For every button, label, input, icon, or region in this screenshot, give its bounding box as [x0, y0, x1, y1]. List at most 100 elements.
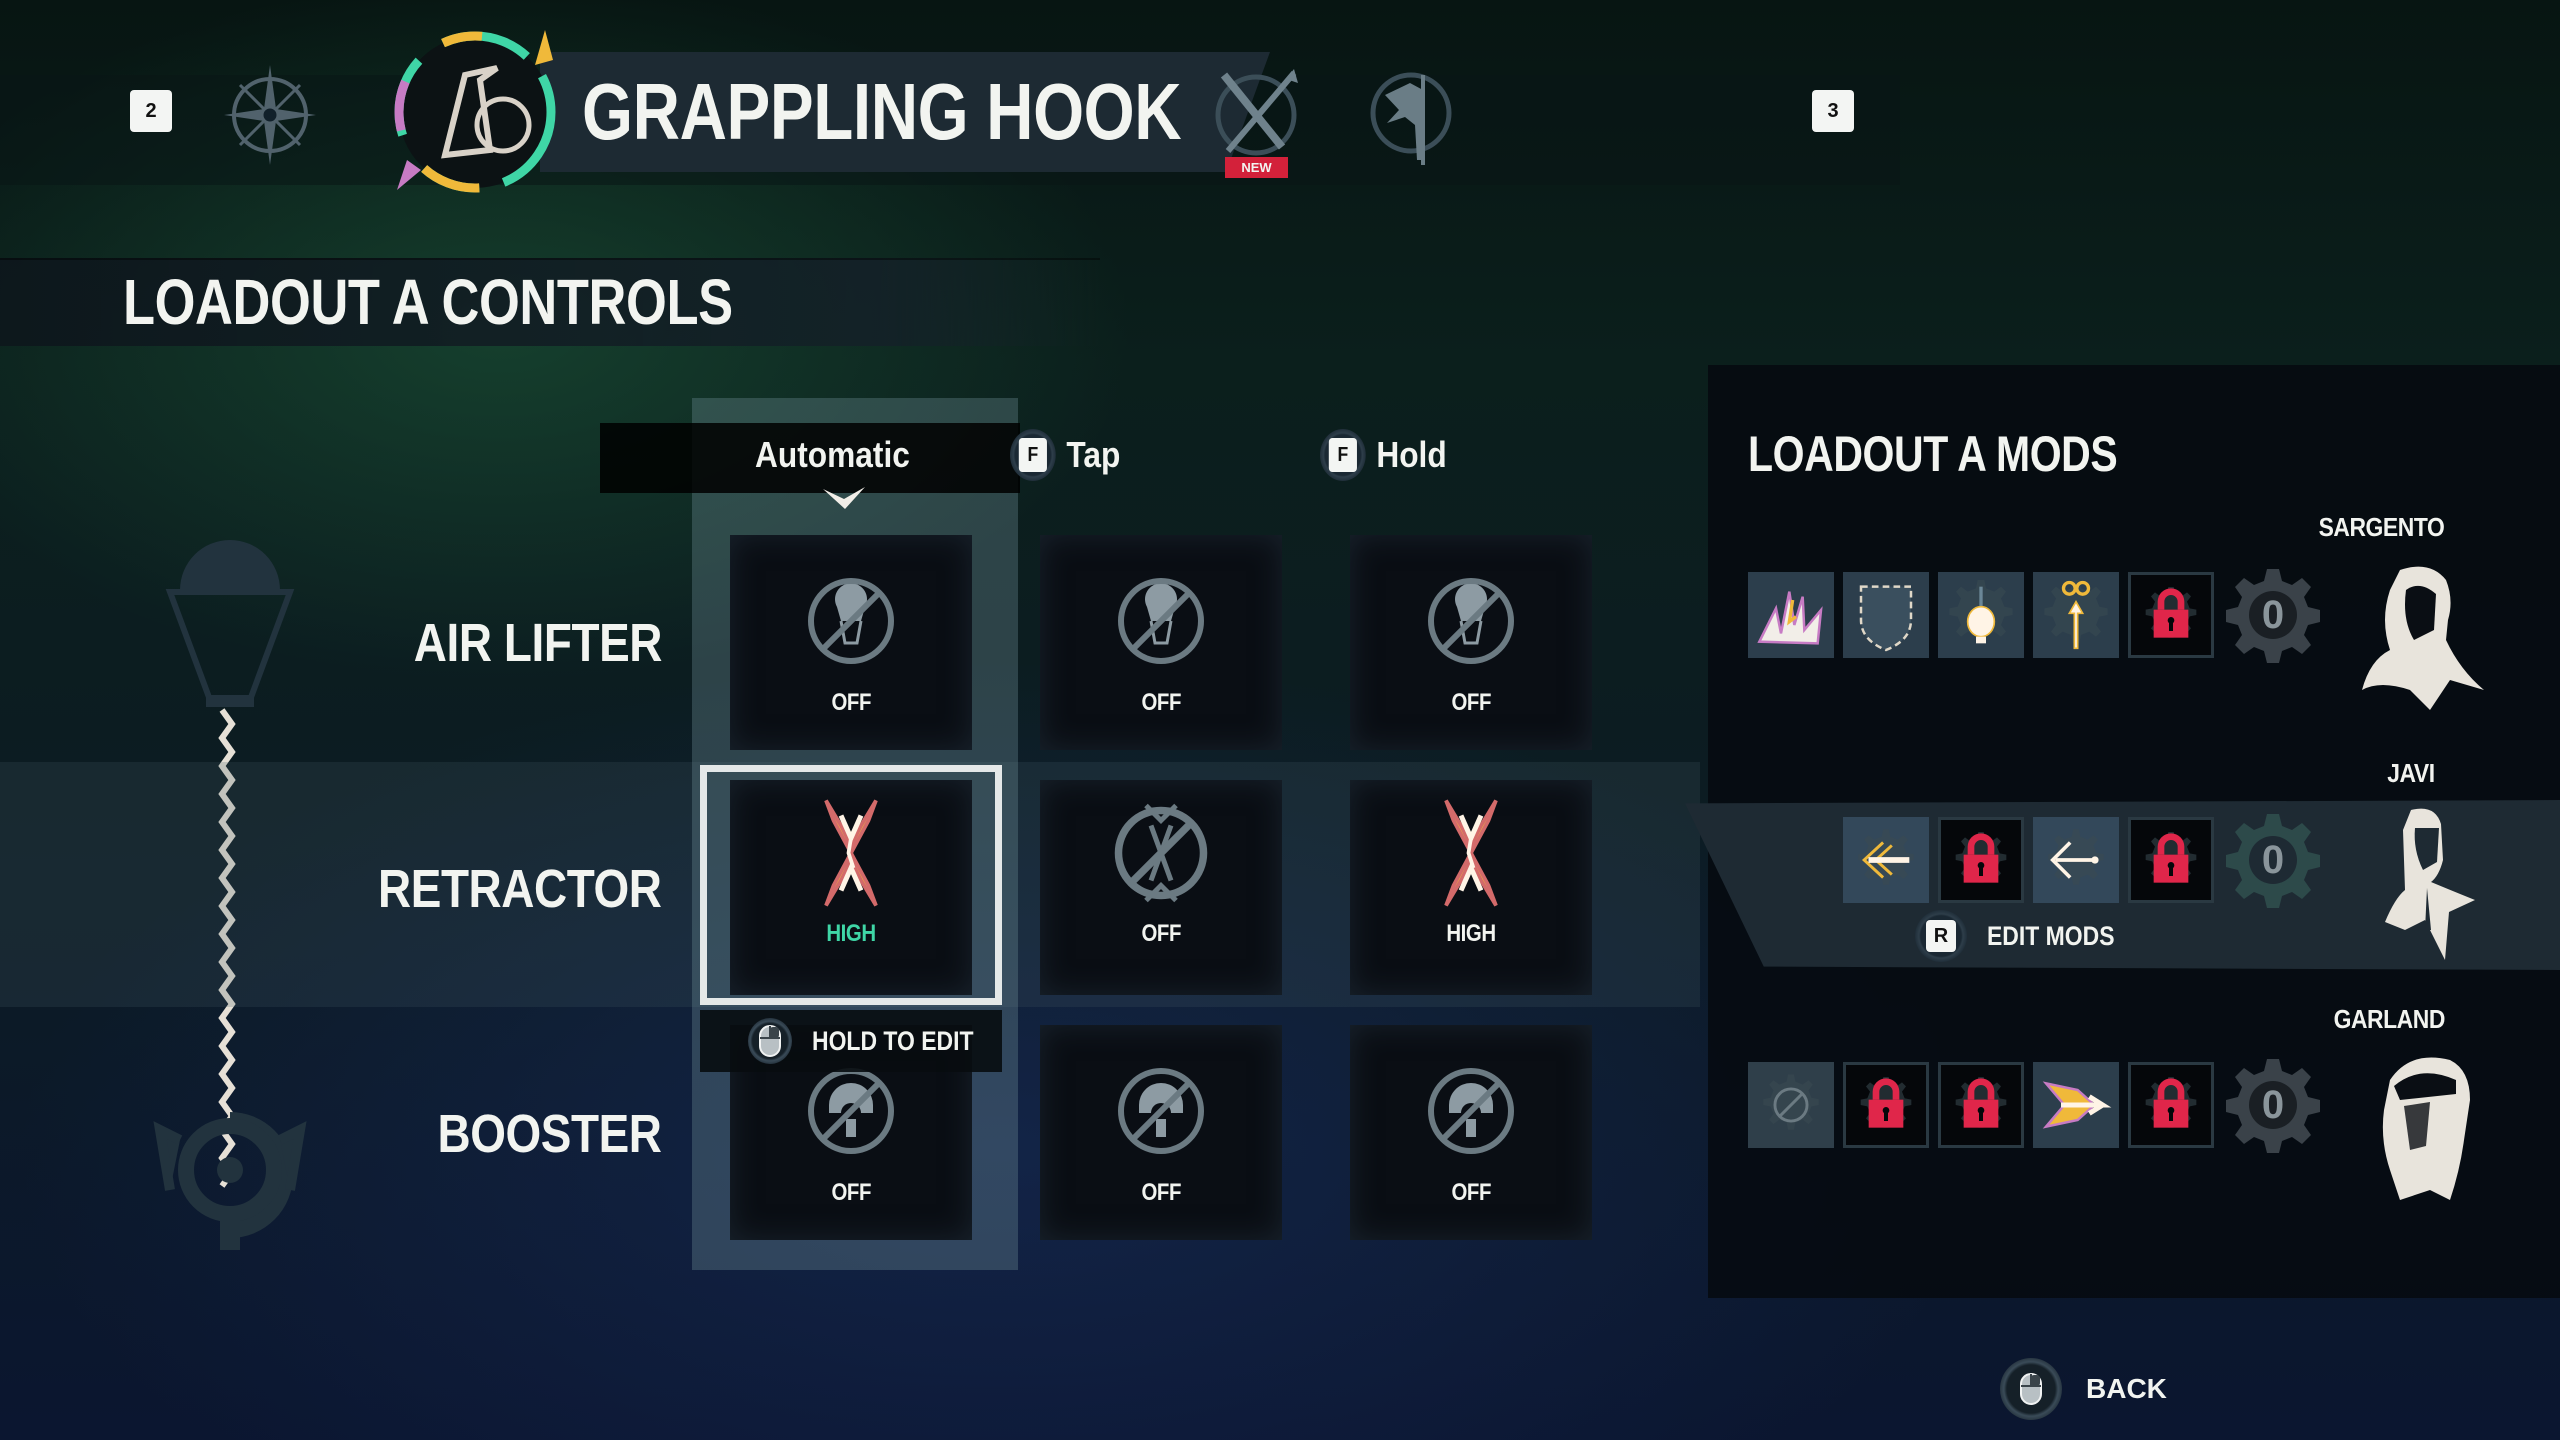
empty-slot-icon — [1763, 1074, 1819, 1130]
cell-state: OFF — [831, 1179, 871, 1206]
cell-state: OFF — [1451, 1179, 1491, 1206]
cell-state: OFF — [831, 689, 871, 716]
mod-points-gear: 0 — [2223, 810, 2323, 910]
new-badge: NEW — [1225, 157, 1288, 178]
cell-booster-hold[interactable]: OFF — [1350, 1025, 1592, 1240]
mod-slot-locked[interactable] — [1938, 817, 2024, 903]
mod-slot[interactable] — [2033, 572, 2119, 658]
retractor-high-icon — [1411, 788, 1531, 918]
character-name-garland: GARLAND — [2333, 1004, 2446, 1034]
mod-slot-locked[interactable] — [2128, 1062, 2214, 1148]
explosion-mod-icon — [1757, 591, 1823, 645]
mod-points: 0 — [2261, 592, 2285, 637]
character-name-javi: JAVI — [2387, 758, 2435, 788]
hold-to-edit-hint: HOLD TO EDIT — [700, 1010, 1002, 1072]
cell-retractor-hold[interactable]: HIGH — [1350, 780, 1592, 995]
key-hint: F — [1320, 429, 1366, 481]
mod-slot-locked[interactable] — [2128, 572, 2214, 658]
infinite-arrow-mod-icon — [2044, 580, 2108, 650]
cell-retractor-automatic[interactable]: HIGH — [730, 780, 972, 995]
mod-slot[interactable] — [1938, 572, 2024, 658]
row-label-retractor: RETRACTOR — [378, 859, 663, 919]
mod-slot-empty[interactable] — [1748, 1062, 1834, 1148]
column-label: Tap — [1066, 434, 1121, 475]
lock-icon — [2145, 587, 2197, 638]
lock-icon — [1955, 1077, 2007, 1128]
fortress-icon[interactable] — [1365, 65, 1460, 170]
edit-mods-button[interactable]: R EDIT MODS — [1915, 910, 2137, 962]
mod-slot-locked[interactable] — [1938, 1062, 2024, 1148]
key-hint: R — [1915, 910, 1967, 962]
cell-booster-tap[interactable]: OFF — [1040, 1025, 1282, 1240]
cell-state: OFF — [1451, 689, 1491, 716]
retractor-high-icon — [791, 788, 911, 918]
column-header-automatic[interactable]: Automatic — [755, 430, 910, 480]
f-key-icon: F — [1018, 438, 1047, 472]
mod-points: 0 — [2261, 837, 2285, 882]
character-row-sargento[interactable]: 0 — [1748, 565, 2323, 665]
back-button[interactable]: BACK — [2000, 1358, 2167, 1420]
fire-arrow-mod-icon — [2042, 1081, 2112, 1129]
row-label-booster: BOOSTER — [437, 1104, 662, 1164]
mod-slot-locked[interactable] — [1843, 1062, 1929, 1148]
r-key-icon: R — [1926, 920, 1956, 952]
cell-retractor-tap[interactable]: OFF — [1040, 780, 1282, 995]
f-key-icon: F — [1328, 438, 1357, 472]
mod-slot-locked[interactable] — [2128, 817, 2214, 903]
lock-icon — [2145, 832, 2197, 883]
hint-label: HOLD TO EDIT — [811, 1025, 974, 1056]
next-tab-key[interactable]: 3 — [1812, 90, 1854, 132]
mod-slot[interactable] — [1843, 572, 1929, 658]
mod-points-gear: 0 — [2223, 1055, 2323, 1155]
selected-column-chevron-icon — [823, 487, 865, 509]
air-lifter-off-icon — [1423, 573, 1519, 669]
cell-state: OFF — [1141, 1179, 1181, 1206]
grappling-hook-icon[interactable] — [385, 20, 565, 200]
controls-title: LOADOUT A CONTROLS — [123, 266, 733, 338]
booster-off-icon — [1113, 1063, 1209, 1159]
mod-slot[interactable] — [1843, 817, 1929, 903]
cell-air-lifter-hold[interactable]: OFF — [1350, 535, 1592, 750]
column-header-tap[interactable]: F Tap — [1010, 429, 1121, 481]
mouse-icon — [2000, 1358, 2062, 1420]
booster-off-icon — [803, 1063, 899, 1159]
mod-points-gear: 0 — [2223, 565, 2323, 665]
mod-slot[interactable] — [2033, 1062, 2119, 1148]
cell-state: HIGH — [826, 920, 876, 947]
lock-icon — [1860, 1077, 1912, 1128]
mod-points: 0 — [2261, 1082, 2285, 1127]
cell-air-lifter-automatic[interactable]: OFF — [730, 535, 972, 750]
edit-mods-label: EDIT MODS — [1987, 920, 2115, 951]
key-hint: F — [1010, 429, 1056, 481]
character-row-garland[interactable]: 0 — [1748, 1055, 2323, 1155]
mod-slot[interactable] — [2033, 817, 2119, 903]
row-label-air-lifter: AIR LIFTER — [413, 613, 663, 673]
mods-title: LOADOUT A MODS — [1748, 426, 2118, 482]
crossed-weapons-icon[interactable] — [1210, 65, 1302, 160]
pull-arrow-mod-icon — [1858, 829, 1914, 885]
prev-tab-key[interactable]: 2 — [130, 90, 172, 132]
javi-portrait — [2385, 808, 2475, 960]
character-name-sargento: SARGENTO — [2318, 512, 2445, 542]
back-label: BACK — [2086, 1373, 2167, 1404]
cell-air-lifter-tap[interactable]: OFF — [1040, 535, 1282, 750]
lock-icon — [2145, 1077, 2197, 1128]
lock-icon — [1955, 832, 2007, 883]
air-lifter-off-icon — [1113, 573, 1209, 669]
page-title: GRAPPLING HOOK — [582, 67, 1182, 156]
balloon-mod-icon — [1949, 580, 2013, 644]
cell-state: OFF — [1141, 920, 1181, 947]
retractor-off-icon — [1101, 788, 1221, 918]
sargento-portrait — [2362, 566, 2484, 710]
character-row-javi[interactable]: 0 — [1843, 810, 2323, 910]
column-label: Automatic — [755, 434, 910, 475]
mouse-icon — [748, 1018, 792, 1064]
compass-icon[interactable] — [220, 60, 320, 170]
shield-mod-icon — [1859, 585, 1913, 652]
air-lifter-off-icon — [803, 573, 899, 669]
column-header-hold[interactable]: F Hold — [1320, 429, 1447, 481]
cell-state: HIGH — [1446, 920, 1496, 947]
mod-slot[interactable] — [1748, 572, 1834, 658]
booster-off-icon — [1423, 1063, 1519, 1159]
garland-portrait — [2382, 1057, 2470, 1200]
